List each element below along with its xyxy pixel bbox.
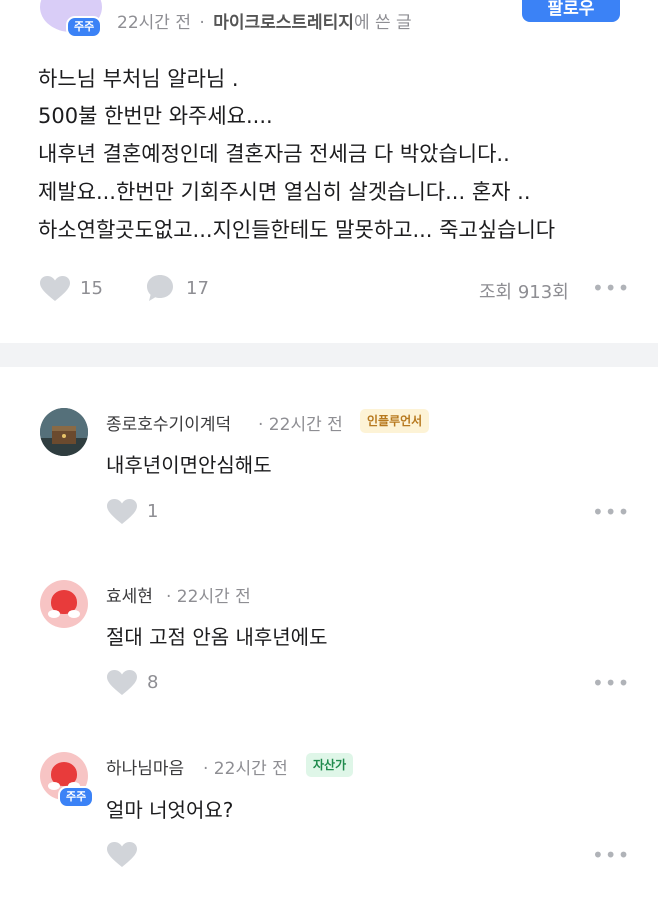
comment-author[interactable]: 효세현 [106,582,153,607]
treasure-chest-icon [40,408,88,456]
post-time: 22시간 전 [117,13,191,33]
comment-like-button[interactable] [107,499,137,529]
comment-avatar[interactable] [40,408,88,456]
comment-author[interactable]: 하나님마음 [106,754,184,779]
like-count: 15 [80,278,103,299]
follow-button[interactable]: 팔로우 [522,0,620,22]
comment-more-icon[interactable]: ••• [592,500,630,524]
shareholder-badge: 주주 [58,786,95,808]
comment-text: 내후년이면안심해도 [106,453,272,477]
comment-like-count: 8 [147,672,159,693]
heart-icon [107,670,137,695]
heart-icon [107,499,137,524]
like-button[interactable] [40,276,70,306]
comment-text: 절대 고점 안옴 내후년에도 [106,625,328,649]
comment-time: · 22시간 전 [166,587,251,607]
comment-author[interactable]: 종로호수기이계덕 [106,410,231,435]
comment-like-button[interactable] [107,670,137,700]
comment-avatar[interactable] [40,580,88,628]
post-body-line: 제발요...한번만 기회주시면 열심히 살겟습니다... 혼자 .. [38,180,531,204]
post-board-link[interactable]: 마이크로스트레티지 [213,13,354,33]
steam-icon [68,610,80,618]
post-meta: 22시간 전 · 마이크로스트레티지에 쓴 글 [117,8,412,33]
post-board-suffix: 에 쓴 글 [353,13,412,33]
view-count: 조회 913회 [479,282,569,303]
influencer-tag: 인플루언서 [360,409,430,433]
comment-count: 17 [186,278,209,299]
steam-icon [48,610,60,618]
post-body-line: 하소연할곳도없고...지인들한테도 말못하고... 죽고싶습니다 [38,218,556,242]
comment-like-count: 1 [147,501,159,522]
post-body-line: 500불 한번만 와주세요.... [38,104,273,128]
comment-button[interactable] [146,274,174,306]
section-divider [0,343,658,367]
comment-time: · 22시간 전 [258,415,343,435]
shareholder-badge: 주주 [66,16,103,38]
comment-bubble-icon [147,275,173,301]
comment-like-button[interactable] [107,842,137,872]
post-body-line: 하느님 부처님 알라님 . [38,67,239,91]
comment-more-icon[interactable]: ••• [592,843,630,867]
post-more-icon[interactable]: ••• [592,276,630,300]
meta-separator: · [199,13,205,33]
asset-holder-tag: 자산가 [306,753,354,777]
heart-icon [107,842,137,867]
comment-text: 얼마 너엇어요? [106,798,234,822]
steam-icon [48,782,60,790]
post-body-line: 내후년 결혼예정인데 결혼자금 전세금 다 박았습니다.. [38,142,510,166]
comment-more-icon[interactable]: ••• [592,671,630,695]
heart-icon [40,276,70,301]
comment-time: · 22시간 전 [203,759,288,779]
